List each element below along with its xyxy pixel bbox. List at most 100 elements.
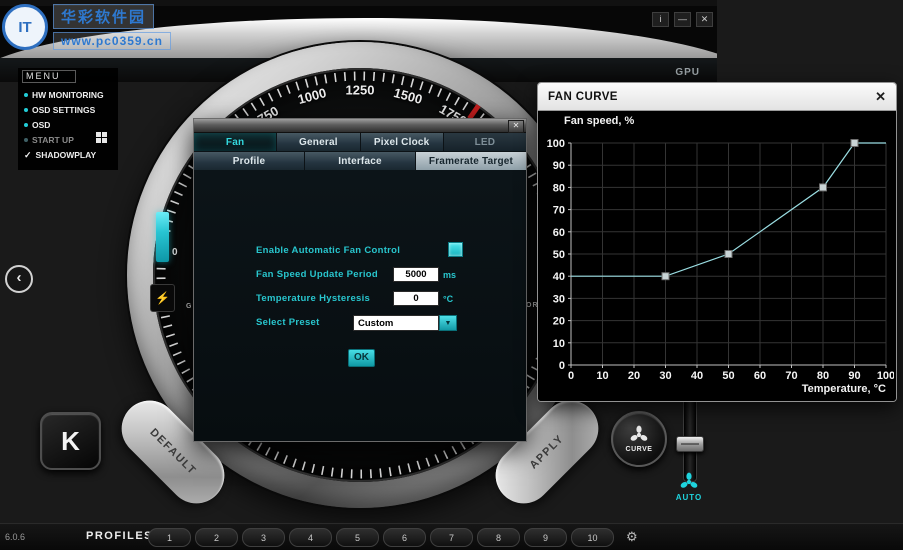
window-controls: i — ✕ <box>652 12 713 27</box>
menu-item-osd-settings[interactable]: OSD SETTINGS <box>24 104 95 116</box>
menu-item-shadowplay[interactable]: ✓ SHADOWPLAY <box>24 149 96 161</box>
chevron-down-icon[interactable]: ▼ <box>439 315 457 331</box>
gauge-scale-label: 1250 <box>345 82 375 98</box>
menu-item-label: HW MONITORING <box>32 90 104 100</box>
tab-fan[interactable]: Fan <box>194 133 278 152</box>
watermark-site-url: www.pc0359.cn <box>53 32 171 50</box>
svg-text:10: 10 <box>596 370 608 382</box>
update-period-input[interactable] <box>393 267 439 282</box>
fan-curve-title: FAN CURVE <box>548 90 618 103</box>
ok-button[interactable]: OK <box>348 349 375 367</box>
svg-text:100: 100 <box>877 370 894 382</box>
auto-fan-control-label: Enable Automatic Fan Control <box>256 245 401 256</box>
close-button[interactable]: ✕ <box>696 12 713 27</box>
gear-icon[interactable]: ⚙ <box>626 529 638 545</box>
gauge-scale-label: 0 <box>172 247 178 258</box>
info-button[interactable]: i <box>652 12 669 27</box>
menu-panel: MENU HW MONITORING OSD SETTINGS OSD STAR… <box>18 68 118 170</box>
bullet-icon <box>24 123 28 127</box>
menu-item-osd[interactable]: OSD <box>24 119 50 131</box>
svg-text:20: 20 <box>628 370 640 382</box>
profile-slot-5[interactable]: 5 <box>336 528 379 547</box>
tab-framerate-target[interactable]: Framerate Target <box>416 152 526 171</box>
svg-text:90: 90 <box>553 160 565 172</box>
profile-slot-10[interactable]: 10 <box>571 528 614 547</box>
profile-slot-9[interactable]: 9 <box>524 528 567 547</box>
fan-icon <box>680 472 698 488</box>
dialog-body <box>194 170 526 441</box>
dialog-tabs-top: Fan General Pixel Clock LED <box>194 133 526 152</box>
curve-button-label: CURVE <box>625 446 653 453</box>
collapse-panel-button[interactable]: ‹ <box>5 265 33 293</box>
profiles-label: PROFILES <box>86 530 154 542</box>
auto-fan-toggle[interactable]: AUTO <box>672 472 706 502</box>
auto-fan-control-checkbox[interactable] <box>448 242 463 257</box>
fan-curve-close-button[interactable]: ✕ <box>875 90 886 103</box>
tab-pixel-clock[interactable]: Pixel Clock <box>360 133 444 152</box>
svg-text:60: 60 <box>553 227 565 239</box>
svg-text:0: 0 <box>568 370 574 382</box>
check-icon: ✓ <box>24 149 32 160</box>
slider-track[interactable] <box>683 388 697 482</box>
profile-slot-8[interactable]: 8 <box>477 528 520 547</box>
svg-text:0: 0 <box>559 360 565 372</box>
tab-interface[interactable]: Interface <box>305 152 416 171</box>
fan-curve-button[interactable]: CURVE <box>611 411 667 467</box>
fan-curve-window: FAN CURVE ✕ Fan speed, % Temperature, °C… <box>537 82 897 402</box>
windows-logo-icon <box>96 132 107 143</box>
slider-knob[interactable] <box>676 436 704 452</box>
svg-text:40: 40 <box>553 271 565 283</box>
app-root: { "theme": {"accent": "#1fc8d2", "dialog… <box>0 0 903 550</box>
profile-slot-1[interactable]: 1 <box>148 528 191 547</box>
preset-select-value: Custom <box>353 315 439 331</box>
dialog-titlebar[interactable]: ✕ <box>194 119 526 133</box>
minimize-button[interactable]: — <box>674 12 691 27</box>
profile-slot-3[interactable]: 3 <box>242 528 285 547</box>
svg-text:30: 30 <box>659 370 671 382</box>
svg-text:50: 50 <box>553 249 565 261</box>
default-button-label: DEFAULT <box>147 426 199 478</box>
hysteresis-unit: °C <box>443 294 454 304</box>
fan-speed-bar-indicator <box>156 212 169 262</box>
tab-led[interactable]: LED <box>443 133 526 152</box>
fan-curve-body: Fan speed, % Temperature, °C 0 10 20 30 40 50… <box>538 111 896 401</box>
settings-dialog: ✕ Fan General Pixel Clock LED Profile In… <box>193 118 527 442</box>
tab-general[interactable]: General <box>277 133 361 152</box>
menu-item-start-up[interactable]: START UP <box>24 134 74 146</box>
svg-text:100: 100 <box>547 138 565 150</box>
svg-text:30: 30 <box>553 293 565 305</box>
gpu-tab-label: GPU <box>675 67 700 78</box>
bullet-icon <box>24 108 28 112</box>
profile-slot-4[interactable]: 4 <box>289 528 332 547</box>
watermark-site-name: 华彩软件园 <box>53 4 155 29</box>
profile-slot-2[interactable]: 2 <box>195 528 238 547</box>
profile-slot-6[interactable]: 6 <box>383 528 426 547</box>
svg-text:80: 80 <box>817 370 829 382</box>
site-watermark: IT 华彩软件园 www.pc0359.cn <box>2 4 171 50</box>
svg-text:70: 70 <box>553 205 565 217</box>
profile-slot-7[interactable]: 7 <box>430 528 473 547</box>
svg-text:20: 20 <box>553 316 565 328</box>
update-period-unit: ms <box>443 270 457 280</box>
bullet-icon <box>24 138 28 142</box>
preset-select[interactable]: Custom ▼ <box>353 315 457 331</box>
gauge-text-fragment-left: G <box>186 303 193 310</box>
svg-text:90: 90 <box>848 370 860 382</box>
apply-button-label: APPLY <box>527 432 567 472</box>
fan-icon <box>630 425 648 441</box>
hysteresis-label: Temperature Hysteresis <box>256 293 371 304</box>
bullet-icon <box>24 93 28 97</box>
menu-item-hw-monitoring[interactable]: HW MONITORING <box>24 89 104 101</box>
dialog-close-button[interactable]: ✕ <box>508 120 524 133</box>
menu-item-label: OSD <box>32 120 51 130</box>
auto-label: AUTO <box>675 493 703 502</box>
svg-text:70: 70 <box>785 370 797 382</box>
fan-curve-titlebar[interactable]: FAN CURVE ✕ <box>538 83 896 111</box>
hysteresis-input[interactable] <box>393 291 439 306</box>
svg-text:80: 80 <box>553 182 565 194</box>
tab-profile[interactable]: Profile <box>194 152 305 171</box>
fan-curve-chart[interactable]: 0 10 20 30 40 50 60 70 80 90 100 0 10 20 30 40 50 60 70 80 9… <box>538 111 894 401</box>
svg-text:40: 40 <box>691 370 703 382</box>
k-boost-button[interactable]: K <box>40 412 101 470</box>
menu-item-label: START UP <box>32 135 74 145</box>
